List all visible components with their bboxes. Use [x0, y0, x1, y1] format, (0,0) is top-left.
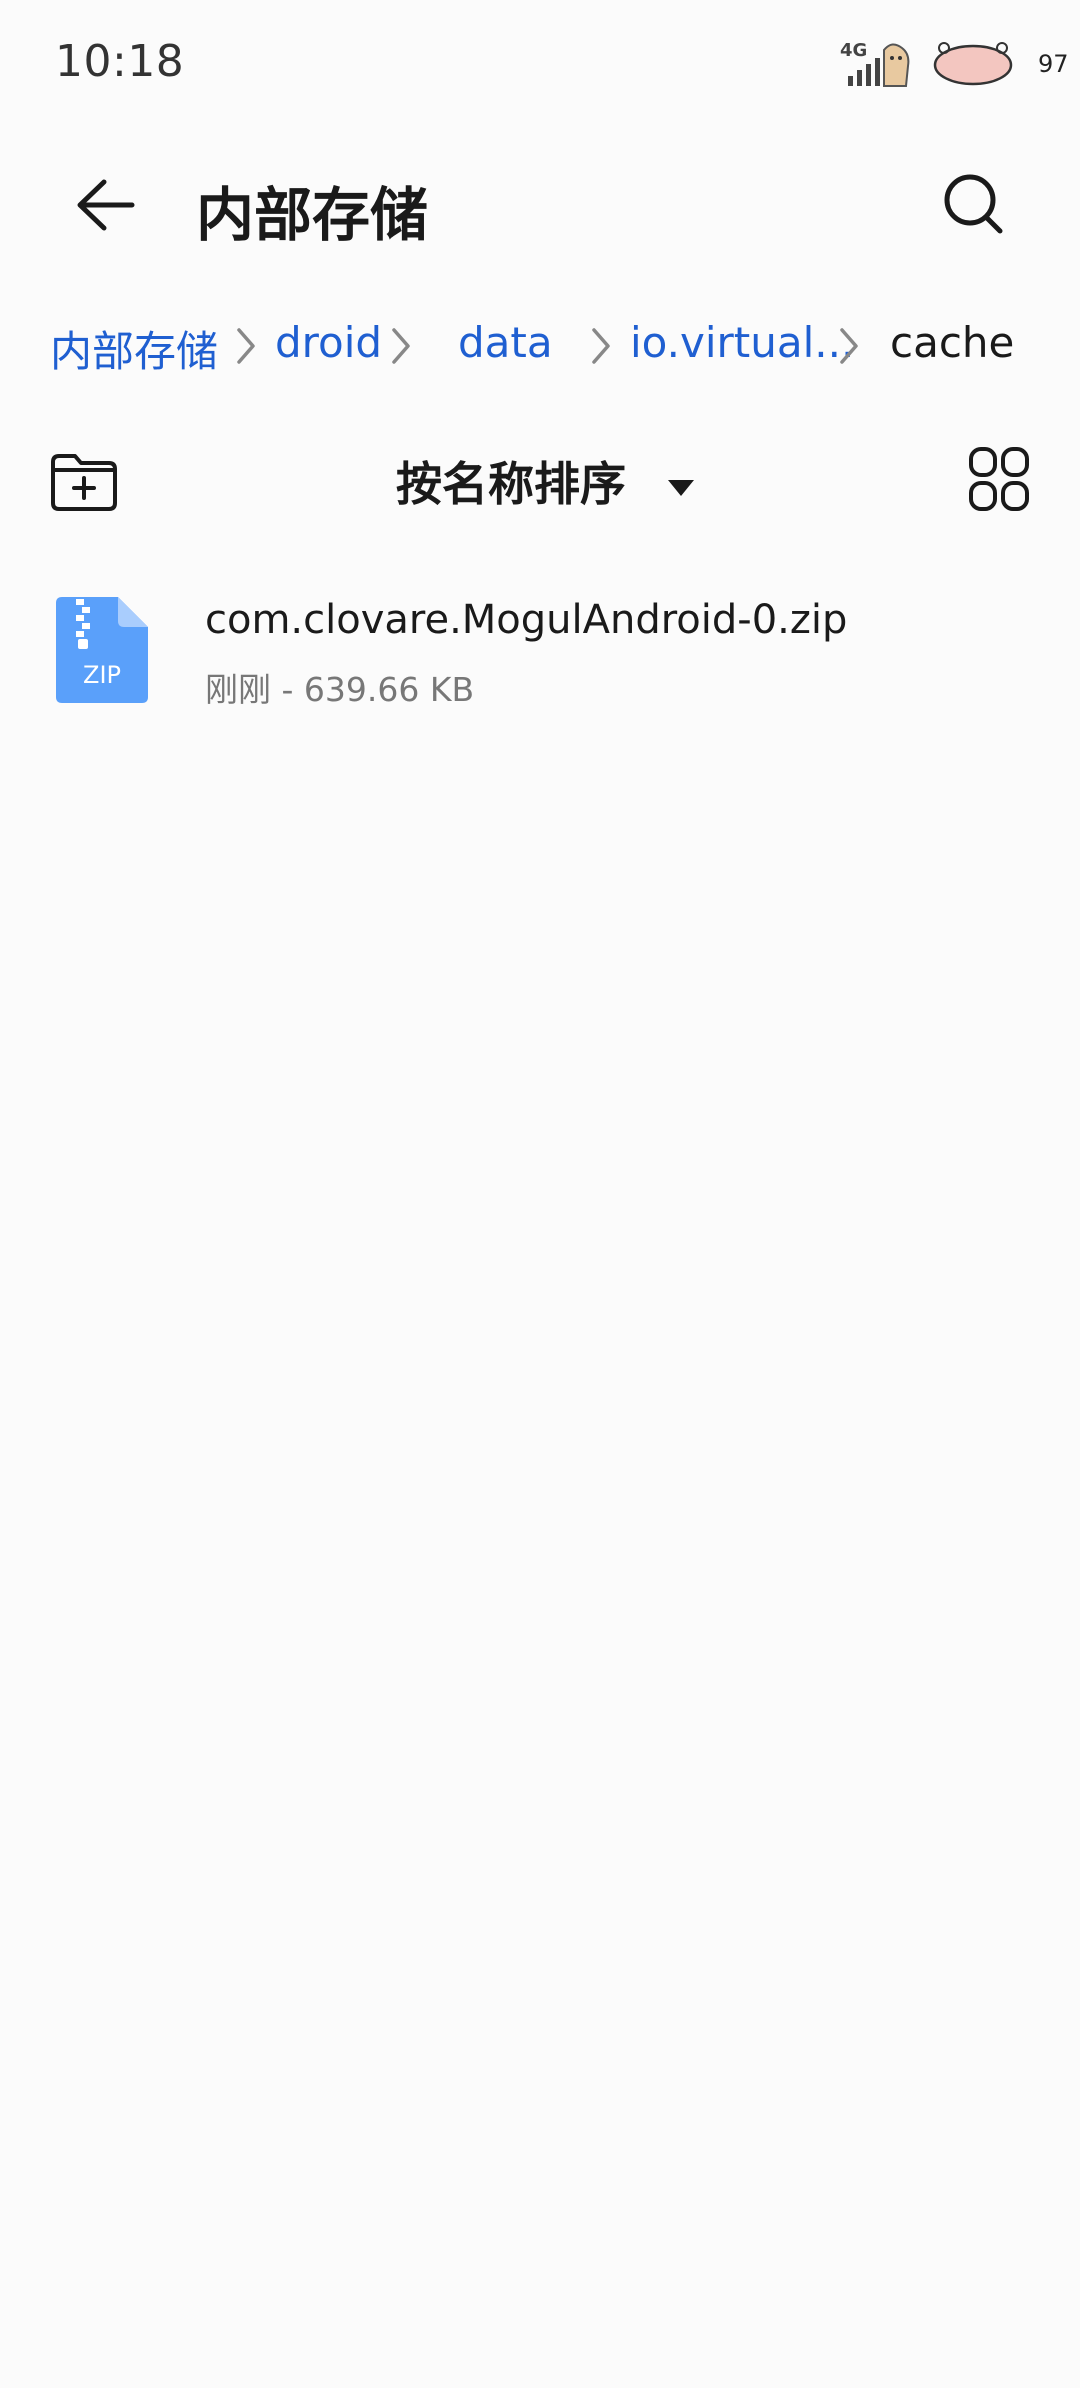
status-icons: 4G 97 — [840, 36, 1069, 92]
arrow-left-icon — [77, 179, 135, 231]
svg-text:ZIP: ZIP — [83, 661, 121, 689]
file-meta: 刚刚 - 639.66 KB — [205, 670, 475, 709]
breadcrumb-item-io-virtual[interactable]: io.virtual... — [630, 318, 854, 367]
battery-icon: 97 — [930, 38, 1069, 88]
breadcrumb-item-droid[interactable]: droid — [275, 318, 382, 367]
status-bar: 10:18 4G 97 — [0, 0, 1080, 130]
toolbar: 按名称排序 — [0, 440, 1080, 530]
signal-icon: 4G — [840, 36, 920, 92]
caret-down-icon — [668, 479, 695, 496]
breadcrumb-item-cache: cache — [890, 318, 1015, 367]
list-item[interactable]: ZIP com.clovare.MogulAndroid-0.zip 刚刚 - … — [0, 575, 1080, 725]
app-bar: 内部存储 — [0, 150, 1080, 260]
file-name: com.clovare.MogulAndroid-0.zip — [205, 597, 848, 643]
back-button[interactable] — [70, 168, 144, 242]
search-button[interactable] — [938, 168, 1012, 242]
chevron-right-icon — [237, 328, 255, 364]
battery-level: 97 — [1038, 50, 1069, 78]
breadcrumb-item-data[interactable]: data — [458, 318, 553, 367]
breadcrumb-item-internal-storage[interactable]: 内部存储 — [50, 318, 218, 379]
status-time: 10:18 — [55, 36, 185, 87]
page-title: 内部存储 — [196, 181, 429, 249]
sort-dropdown[interactable]: 按名称排序 — [396, 448, 696, 518]
zip-file-icon: ZIP — [54, 595, 150, 705]
new-folder-icon — [51, 454, 117, 511]
breadcrumb: 内部存储 droid data io.virtual... cache — [50, 310, 1050, 380]
grid-view-button[interactable] — [968, 446, 1030, 512]
file-list: ZIP com.clovare.MogulAndroid-0.zip 刚刚 - … — [0, 575, 1080, 725]
grid-view-icon — [969, 447, 1029, 511]
new-folder-button[interactable] — [48, 450, 120, 514]
search-icon — [944, 174, 1003, 234]
sort-label: 按名称排序 — [396, 457, 626, 511]
chevron-right-icon — [840, 328, 858, 364]
network-type-label: 4G — [840, 40, 868, 61]
chevron-right-icon — [592, 328, 610, 364]
chevron-right-icon — [392, 328, 410, 364]
